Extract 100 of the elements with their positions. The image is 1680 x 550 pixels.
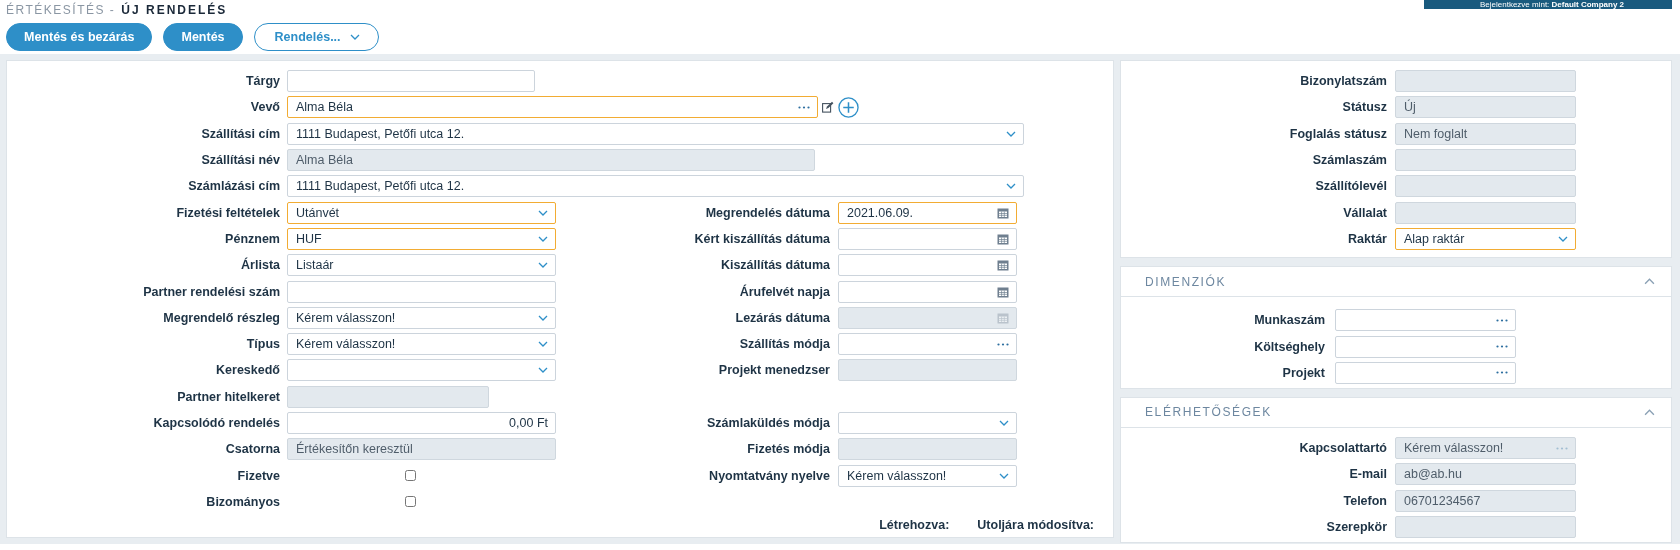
date-field[interactable]: [838, 227, 1017, 250]
field-label: Fizetve: [236, 468, 280, 483]
field-label: Árlista: [240, 258, 280, 273]
field-label: Kiszállítás dátuma: [719, 258, 830, 273]
lookup-field[interactable]: Alma Béla: [287, 96, 818, 119]
field-label: Szállítási név: [200, 153, 280, 168]
lookup-field[interactable]: [838, 333, 1017, 356]
chevron-down-icon: [538, 262, 548, 269]
section-header[interactable]: DIMENZIÓK: [1121, 267, 1671, 298]
calendar-icon: [997, 206, 1009, 219]
chevron-up-icon: [1644, 408, 1655, 416]
field-label: Tárgy: [244, 74, 280, 89]
field-label: Vállalat: [1342, 205, 1387, 220]
chevron-down-icon: [538, 209, 548, 216]
date-field[interactable]: 2021.06.09.: [838, 201, 1017, 224]
more-icon: [798, 105, 810, 109]
text-field[interactable]: [287, 70, 535, 93]
save-button[interactable]: Mentés és bezárás: [6, 23, 153, 51]
field-label: Kapcsolattartó: [1298, 441, 1387, 456]
field-label: Árufelvét napja: [738, 284, 830, 299]
text-field[interactable]: [287, 280, 556, 303]
field-label: Szállítólevél: [1314, 179, 1387, 194]
field-label: Kereskedő: [215, 363, 280, 378]
edit-icon[interactable]: [822, 101, 834, 114]
more-icon: [1496, 318, 1508, 322]
breadcrumb-link[interactable]: ÉRTÉKESÍTÉS -: [6, 3, 116, 17]
dropdown[interactable]: [287, 359, 556, 382]
chevron-down-icon: [999, 420, 1009, 426]
meta-label: Utoljára módosítva:: [977, 518, 1094, 532]
field-label: Vevő: [249, 100, 280, 115]
field-label: Megrendelés dátuma: [704, 205, 830, 220]
calendar-icon: [997, 311, 1009, 324]
calendar-icon: [997, 232, 1009, 245]
field-label: Szállítási cím: [200, 126, 280, 141]
menu-button[interactable]: Rendelés...: [253, 23, 379, 51]
field-label: Szerepkör: [1325, 520, 1387, 534]
more-icon: [997, 342, 1009, 346]
checkbox[interactable]: [405, 470, 416, 482]
section-header[interactable]: ELÉRHETŐSÉGEK: [1121, 397, 1671, 428]
calendar-icon: [997, 285, 1009, 298]
page-title: ÚJ RENDELÉS: [121, 3, 228, 17]
field-label: Partner rendelési szám: [142, 284, 280, 299]
chevron-down-icon: [1006, 130, 1016, 137]
chevron-up-icon: [1644, 278, 1655, 286]
field-label: Pénznem: [224, 231, 280, 246]
chevron-down-icon: [999, 472, 1009, 479]
field-label: Raktár: [1347, 231, 1387, 246]
dropdown[interactable]: 1111 Budapest, Petőfi utca 12.: [287, 122, 1024, 145]
dropdown[interactable]: [838, 412, 1017, 434]
field-label: Projekt menedzser: [717, 363, 830, 378]
field-label: Nyomtatvány nyelve: [708, 468, 830, 483]
more-icon: [1496, 371, 1508, 375]
field-label: Projekt: [1281, 365, 1325, 380]
dropdown[interactable]: Kérem válasszon!: [287, 333, 556, 356]
field-label: Bizonylatszám: [1299, 74, 1387, 89]
more-icon: [1556, 446, 1568, 450]
calendar-icon: [997, 259, 1009, 272]
field-label: Szállítás módja: [738, 337, 830, 352]
chevron-down-icon: [538, 341, 548, 348]
field-label: Kapcsolódó rendelés: [152, 416, 280, 430]
field-label: Számlaszám: [1311, 153, 1387, 168]
dropdown[interactable]: HUF: [287, 227, 556, 250]
chevron-down-icon: [1006, 183, 1016, 190]
chevron-down-icon: [538, 367, 548, 374]
field-label: Kért kiszállítás dátuma: [693, 231, 830, 246]
date-field[interactable]: [838, 254, 1017, 277]
field-label: Költséghely: [1253, 339, 1325, 354]
field-label: Foglalás státusz: [1288, 126, 1387, 141]
add-icon[interactable]: [838, 96, 859, 118]
field-label: Számlázási cím: [187, 179, 280, 194]
field-label: Telefon: [1342, 493, 1387, 508]
dropdown[interactable]: 1111 Budapest, Petőfi utca 12.: [287, 175, 1024, 198]
dropdown[interactable]: Kérem válasszon!: [287, 306, 556, 329]
field-label: Fizetési feltételek: [175, 205, 280, 220]
field-label: Megrendelő részleg: [162, 310, 280, 325]
dropdown[interactable]: Alap raktár: [1395, 227, 1576, 250]
dropdown[interactable]: Kérem válasszon!: [838, 464, 1017, 487]
field-label: Típus: [245, 337, 280, 352]
field-label: Munkaszám: [1253, 313, 1325, 328]
dropdown[interactable]: Utánvét: [287, 201, 556, 224]
date-field[interactable]: [838, 280, 1017, 303]
checkbox[interactable]: [405, 496, 416, 508]
field-label: Fizetés módja: [746, 442, 830, 457]
more-icon: [1496, 345, 1508, 348]
dropdown[interactable]: Listaár: [287, 254, 556, 277]
field-label: Bizományos: [205, 494, 280, 509]
lookup-field[interactable]: [1335, 361, 1516, 384]
amount-field[interactable]: 0,00 Ft: [287, 412, 556, 434]
lookup-field[interactable]: [1335, 335, 1516, 358]
chevron-down-icon: [538, 235, 548, 242]
lookup-field[interactable]: [1335, 309, 1516, 332]
login-banner: Bejelentkezve mint: Default Company 2: [1424, 0, 1672, 9]
save-button[interactable]: Mentés: [163, 23, 243, 51]
field-label: Lezárás dátuma: [734, 310, 830, 325]
field-label: E-mail: [1348, 467, 1387, 482]
field-label: Partner hitelkeret: [176, 389, 280, 404]
field-label: Státusz: [1341, 100, 1387, 115]
field-label: Számlaküldés módja: [706, 416, 830, 430]
chevron-down-icon: [538, 314, 548, 321]
meta-label: Létrehozva:: [879, 518, 950, 532]
